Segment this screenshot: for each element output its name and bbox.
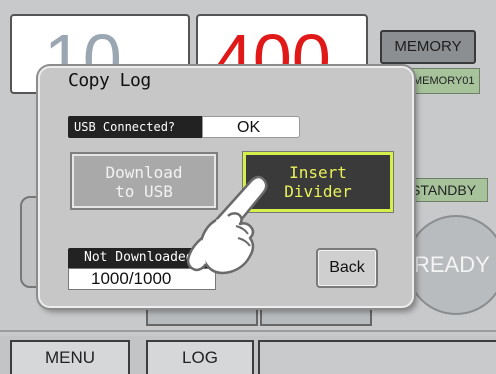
tab-empty	[258, 340, 496, 374]
insert-button-line1: Insert	[289, 163, 347, 182]
not-downloaded-label: Not Downloaded	[68, 248, 216, 268]
download-to-usb-button[interactable]: Download to USB	[70, 152, 218, 210]
status-display: STANDBY	[402, 178, 488, 202]
dialog-title: Copy Log	[68, 70, 151, 91]
memory-name-display: MEMORY01	[404, 68, 480, 94]
tab-log[interactable]: LOG	[146, 340, 254, 374]
usb-connected-value: OK	[202, 116, 300, 138]
insert-button-line2: Divider	[284, 182, 352, 201]
back-button[interactable]: Back	[316, 248, 378, 288]
not-downloaded-value: 1000/1000	[68, 268, 216, 290]
divider	[0, 330, 496, 332]
download-button-line2: to USB	[115, 182, 173, 201]
tab-menu[interactable]: MENU	[10, 340, 130, 374]
ready-button[interactable]: READY	[406, 215, 496, 315]
memory-button[interactable]: MEMORY	[380, 30, 476, 64]
download-button-line1: Download	[105, 163, 183, 182]
copy-log-dialog: Copy Log USB Connected? OK Download to U…	[38, 66, 414, 308]
usb-connected-label: USB Connected?	[68, 116, 202, 138]
insert-divider-button[interactable]: Insert Divider	[243, 152, 393, 212]
